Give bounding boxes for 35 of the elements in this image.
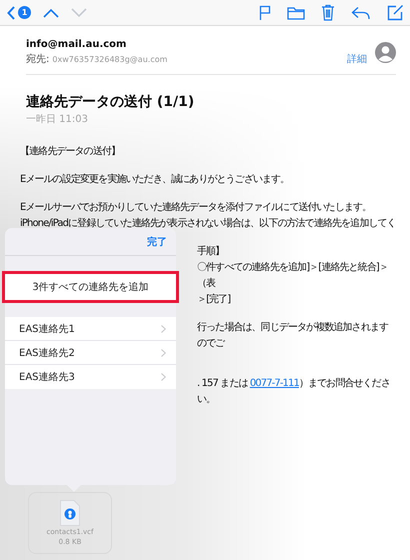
recipient-address: 0xw76357326483g@au.com [52,54,168,64]
back-button[interactable]: 1 [7,6,31,20]
chevron-right-icon [161,348,166,356]
contact-file-icon [60,500,80,526]
compose-icon[interactable] [387,4,404,21]
body-text: . 157 または 0077-7-111）までお問合せください。 [197,377,391,407]
chevron-left-icon [7,6,16,20]
body-text: 行った場合は、同じデータが複数追加されますのでご [197,320,390,351]
reply-icon[interactable] [351,6,371,20]
contact-row[interactable]: EAS連絡先3 [5,365,176,389]
chevron-right-icon [161,324,166,332]
body-text: 〇件すべての連絡先を追加]＞[連絡先と統合]＞（表 [197,260,390,291]
contact-row[interactable]: EAS連絡先2 [5,341,176,365]
done-button[interactable]: 完了 [147,234,167,248]
message-subject: 連絡先データの送付 (1/1) [26,93,196,111]
trash-icon[interactable] [321,4,335,21]
body-text: 手順】 [197,244,226,259]
body-text: ＞[完了] [197,292,232,307]
contact-row[interactable]: EAS連絡先1 [5,317,176,341]
body-text: Eメールの設定変更を実施いただき、誠にありがとうございます。 [20,172,290,187]
phone-link[interactable]: 0077-7-111 [250,378,299,389]
chevron-up-icon[interactable] [43,8,59,18]
flag-icon[interactable] [259,4,271,20]
details-link[interactable]: 詳細 [347,52,367,66]
add-all-button[interactable]: 3件すべての連絡先を追加 [2,271,179,303]
avatar-icon [375,42,396,63]
sender-address: info@mail.au.com [26,39,128,50]
body-text: Eメールサーバでお預かりしていた連絡先データを添付ファイルにて送付いたします。 [20,200,372,215]
chevron-right-icon [161,373,166,381]
unread-badge: 1 [18,6,31,19]
folder-icon[interactable] [287,6,305,20]
body-text: 【連絡先データの送付】 [20,144,122,159]
message-date: 一昨日 11:03 [26,113,89,126]
recipient-label: 宛先: [26,52,50,66]
body-text: iPhone/iPadに登録していた連絡先が表示されない場合は、以下の方法で連絡先を追加してく [20,216,396,231]
